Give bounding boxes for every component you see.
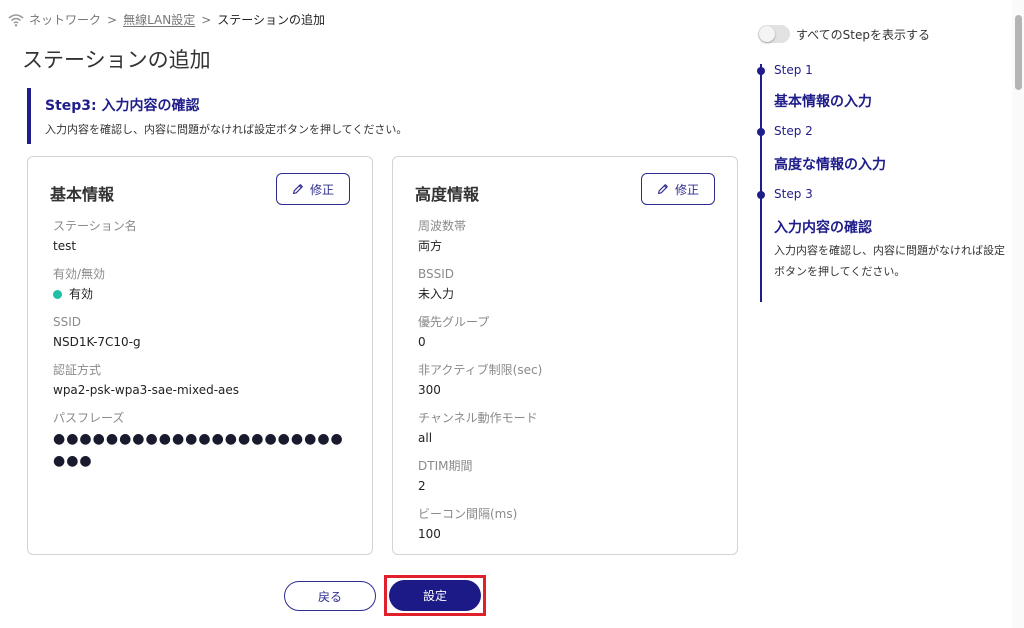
show-all-steps-toggle[interactable] [758,25,790,43]
field-value: test [53,239,77,253]
back-button[interactable]: 戻る [284,581,376,611]
field-label: BSSID [418,267,455,281]
field-value: all [418,431,433,445]
field-value: NSD1K-7C10-g [53,335,141,349]
field-beacon-interval: ビーコン間隔(ms) 100 [418,504,715,552]
step-3-title: 入力内容の確認 [774,220,872,236]
field-value: 2 [418,479,426,493]
pencil-icon [657,184,668,195]
step-3-description: 入力内容を確認し、内容に問題がなければ設定ボタンを押してください。 [774,244,1005,278]
step-2-title: 高度な情報の入力 [774,157,886,173]
step-description: 入力内容を確認し、内容に問題がなければ設定ボタンを押してください。 [45,123,408,136]
breadcrumb-network: ネットワーク [29,13,102,27]
show-all-steps-row: すべてのStepを表示する [758,25,930,43]
field-channel-mode: チャンネル動作モード all [418,408,715,456]
field-auth-method: 認証方式 wpa2-psk-wpa3-sae-mixed-aes [53,360,350,408]
field-frequency-band: 周波数帯 両方 [418,216,715,264]
step-dot [757,128,765,136]
field-label: チャンネル動作モード [418,411,538,425]
status-enabled-dot [53,289,62,299]
edit-label: 修正 [309,182,334,197]
field-station-name: ステーション名 test [53,216,350,264]
advanced-info-title: 高度情報 [415,185,480,204]
breadcrumb-wlan-link[interactable]: 無線LAN設定 [123,11,195,28]
field-label: パスフレーズ [53,411,125,425]
wifi-icon [8,13,24,26]
field-label: 周波数帯 [418,219,467,233]
field-label: DTIM期間 [418,459,473,473]
field-value: wpa2-psk-wpa3-sae-mixed-aes [53,383,240,397]
step-2-label: Step 2 [774,124,813,138]
field-label: SSID [53,315,82,329]
scrollbar[interactable] [1012,0,1024,628]
field-inactive-limit: 非アクティブ制限(sec) 300 [418,360,715,408]
basic-info-title: 基本情報 [50,185,115,204]
step-1-title: 基本情報の入力 [774,94,872,110]
advanced-info-fields: 周波数帯 両方 BSSID 未入力 優先グループ 0 非アクティブ制限(sec)… [418,216,715,552]
step-1-label: Step 1 [774,63,813,77]
submit-button[interactable]: 設定 [389,580,481,611]
field-label: 認証方式 [53,363,102,377]
field-label: 非アクティブ制限(sec) [418,363,543,377]
field-enabled: 有効/無効 有効 [53,264,350,312]
status-text: 有効 [69,287,94,301]
field-label: ビーコン間隔(ms) [418,507,518,521]
field-label: ステーション名 [53,219,137,233]
field-label: 有効/無効 [53,267,106,281]
advanced-info-card: 高度情報 修正 周波数帯 両方 BSSID 未入力 優先グループ 0 非アクティ… [392,156,738,555]
passphrase-masked: ●●●●●●●●●●●●●●●●●●●●●●●●● [53,431,344,469]
show-all-steps-label: すべてのStepを表示する [796,27,931,42]
field-value: 100 [418,527,441,541]
field-value: 両方 [418,239,443,253]
breadcrumb: ネットワーク > 無線LAN設定 > ステーションの追加 [8,11,325,28]
breadcrumb-separator: > [201,12,212,27]
breadcrumb-separator: > [107,12,118,27]
breadcrumb-current: ステーションの追加 [217,13,326,27]
pencil-icon [292,184,303,195]
basic-info-card: 基本情報 修正 ステーション名 test 有効/無効 有効 SSID NSD1K… [27,156,373,555]
field-passphrase: パスフレーズ ●●●●●●●●●●●●●●●●●●●●●●●●● [53,408,350,469]
field-label: 優先グループ [418,315,490,329]
step-timeline-line [760,64,762,302]
field-value-wrapper: 有効 [53,284,350,304]
step-dot [757,191,765,199]
edit-label: 修正 [674,182,699,197]
page-title: ステーションの追加 [22,48,211,72]
field-value: 未入力 [418,287,455,301]
field-bssid: BSSID 未入力 [418,264,715,312]
step-header: Step3: 入力内容の確認 入力内容を確認し、内容に問題がなければ設定ボタンを… [27,88,407,144]
basic-info-edit-button[interactable]: 修正 [276,173,350,205]
field-ssid: SSID NSD1K-7C10-g [53,312,350,360]
field-value: 0 [418,335,426,349]
field-value: 300 [418,383,441,397]
advanced-info-edit-button[interactable]: 修正 [641,173,715,205]
step-3-label: Step 3 [774,187,813,201]
basic-info-fields: ステーション名 test 有効/無効 有効 SSID NSD1K-7C10-g … [53,216,350,469]
field-priority-group: 優先グループ 0 [418,312,715,360]
scrollbar-thumb[interactable] [1015,15,1022,90]
step-title: Step3: 入力内容の確認 [45,98,200,114]
step-dot [757,67,765,75]
field-dtim-period: DTIM期間 2 [418,456,715,504]
